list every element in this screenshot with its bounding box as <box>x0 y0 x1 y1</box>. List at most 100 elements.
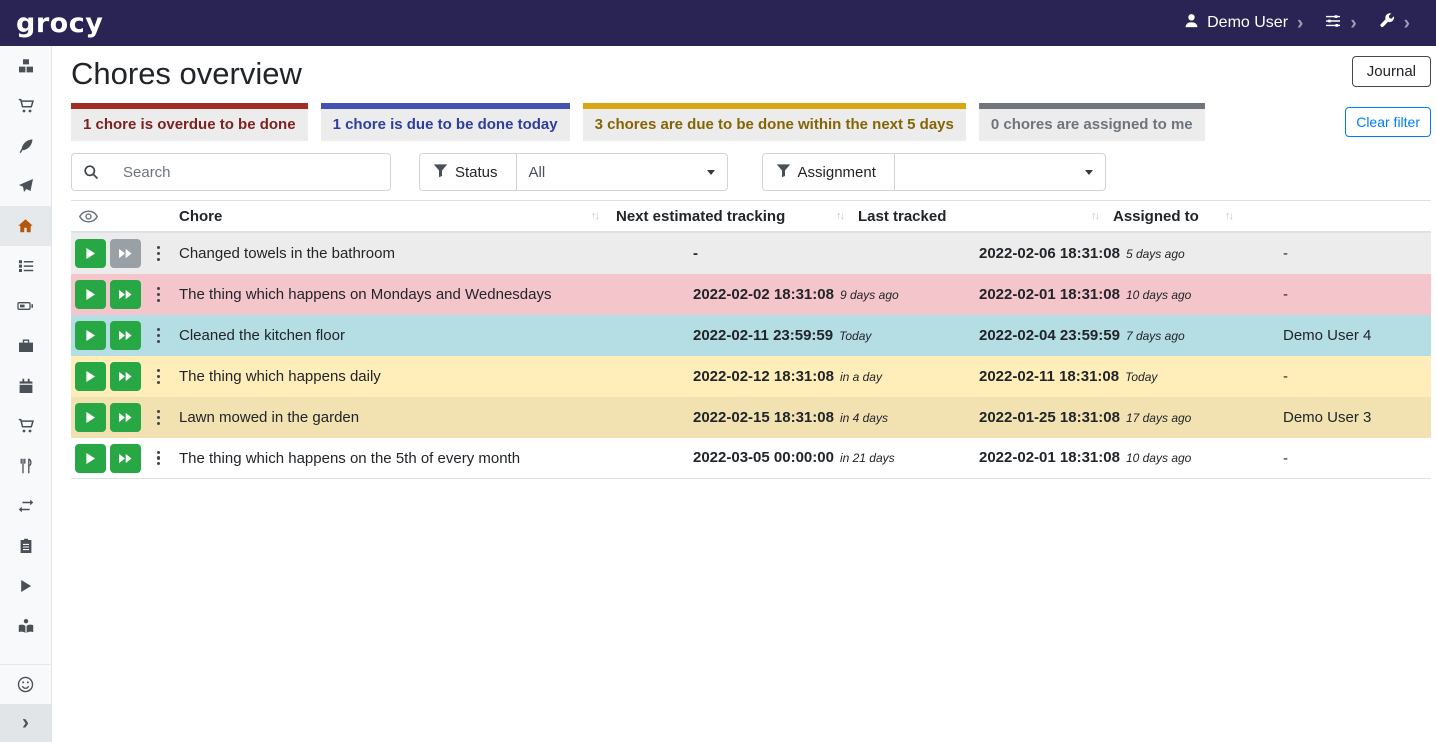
feather-icon <box>18 138 34 154</box>
track-chore-button[interactable] <box>75 280 106 309</box>
book-reader-icon <box>18 618 34 634</box>
track-chore-button[interactable] <box>75 321 106 350</box>
sort-icon[interactable]: ↑↓ <box>591 210 598 222</box>
next-tracking-relative: 9 days ago <box>840 288 899 302</box>
sidebar-item-battery-tracking[interactable] <box>0 606 51 646</box>
clipboard-list-icon <box>18 538 34 554</box>
user-menu[interactable]: Demo User › <box>1184 13 1303 33</box>
user-menu-label: Demo User <box>1207 14 1288 32</box>
skip-chore-button[interactable] <box>110 321 141 350</box>
filter-assigned-to-me-button[interactable]: 0 chores are assigned to me <box>979 103 1205 141</box>
sidebar-item-calendar[interactable] <box>0 366 51 406</box>
next-tracking-time: 2022-02-12 18:31:08 <box>693 368 834 385</box>
sidebar-item-transfer[interactable] <box>0 486 51 526</box>
chevron-right-icon: › <box>1350 14 1356 33</box>
journal-button[interactable]: Journal <box>1352 56 1431 87</box>
user-icon <box>1184 13 1199 33</box>
last-tracked-time: 2022-02-04 23:59:59 <box>979 327 1120 344</box>
status-filter-row: 1 chore is overdue to be done 1 chore is… <box>71 103 1431 141</box>
sidebar-item-purchase[interactable] <box>0 406 51 446</box>
assigned-to: Demo User 3 <box>1283 409 1431 426</box>
assignment-select[interactable] <box>894 153 1106 191</box>
column-header-last-tracked[interactable]: Last tracked <box>858 201 946 231</box>
column-header-next-tracking[interactable]: Next estimated tracking <box>616 201 785 231</box>
last-tracked-relative: 7 days ago <box>1126 329 1185 343</box>
track-chore-button[interactable] <box>75 403 106 432</box>
utensils-icon <box>18 458 34 474</box>
assigned-to: - <box>1283 450 1431 467</box>
smile-icon <box>17 676 34 693</box>
page-title: Chores overview <box>71 56 302 92</box>
sidebar-item-tasks[interactable] <box>0 246 51 286</box>
chevron-right-icon: › <box>1404 14 1410 33</box>
last-tracked-relative: 17 days ago <box>1126 411 1191 425</box>
chore-name: The thing which happens on the 5th of ev… <box>172 450 693 467</box>
eye-icon[interactable] <box>79 201 98 231</box>
sidebar-spacer <box>0 646 51 664</box>
sidebar-item-recipes[interactable] <box>0 446 51 486</box>
filter-due-today-button[interactable]: 1 chore is due to be done today <box>321 103 570 141</box>
row-menu-button[interactable] <box>150 323 167 348</box>
admin-menu[interactable]: › <box>1379 13 1410 34</box>
assigned-to: - <box>1283 245 1431 262</box>
table-row: Lawn mowed in the garden 2022-02-15 18:3… <box>71 397 1431 438</box>
skip-chore-button[interactable] <box>110 280 141 309</box>
skip-chore-button[interactable] <box>110 403 141 432</box>
sidebar-collapse-toggle[interactable]: › <box>0 704 51 742</box>
table-row: The thing which happens on Mondays and W… <box>71 274 1431 315</box>
row-menu-button[interactable] <box>150 405 167 430</box>
row-menu-button[interactable] <box>150 241 167 266</box>
column-header-chore[interactable]: Chore <box>179 201 222 231</box>
wrench-icon <box>1379 13 1395 34</box>
last-tracked-relative: 10 days ago <box>1126 288 1191 302</box>
column-header-assigned-to[interactable]: Assigned to <box>1113 201 1199 231</box>
row-menu-button[interactable] <box>150 446 167 471</box>
grocy-logo[interactable]: grocy <box>16 8 103 39</box>
filter-due-soon-button[interactable]: 3 chores are due to be done within the n… <box>583 103 966 141</box>
list-check-icon <box>18 258 34 274</box>
battery-icon <box>17 298 34 314</box>
next-tracking-relative: Today <box>839 329 871 343</box>
skip-chore-button[interactable] <box>110 239 141 268</box>
sidebar-item-journal[interactable] <box>0 126 51 166</box>
sidebar-item-shopping-list[interactable] <box>0 86 51 126</box>
row-menu-button[interactable] <box>150 282 167 307</box>
sidebar-item-equipment[interactable] <box>0 326 51 366</box>
assignment-filter-label: Assignment <box>762 153 895 191</box>
row-menu-button[interactable] <box>150 364 167 389</box>
sidebar-item-inventory[interactable] <box>0 526 51 566</box>
calendar-icon <box>18 378 34 394</box>
sort-icon[interactable]: ↑↓ <box>1225 210 1232 222</box>
status-select[interactable]: All <box>516 153 728 191</box>
table-row: The thing which happens daily 2022-02-12… <box>71 356 1431 397</box>
table-header: Chore ↑↓ Next estimated tracking ↑↓ Last… <box>71 200 1431 233</box>
sidebar-item-chore-tracking[interactable] <box>0 566 51 606</box>
sort-icon[interactable]: ↑↓ <box>836 210 843 222</box>
assigned-to: Demo User 4 <box>1283 327 1431 344</box>
last-tracked-time: 2022-02-06 18:31:08 <box>979 245 1120 262</box>
search-input[interactable] <box>110 154 390 190</box>
sidebar-item-chores-overview[interactable] <box>0 206 51 246</box>
skip-chore-button[interactable] <box>110 444 141 473</box>
clear-filter-button[interactable]: Clear filter <box>1345 107 1431 137</box>
sidebar-item-user-settings[interactable] <box>0 664 51 704</box>
search-icon <box>72 154 110 190</box>
filter-funnel-icon <box>433 163 448 182</box>
sort-icon[interactable]: ↑↓ <box>1091 210 1098 222</box>
sidebar: › <box>0 46 52 742</box>
sidebar-item-consume[interactable] <box>0 166 51 206</box>
chore-name: Changed towels in the bathroom <box>172 245 693 262</box>
settings-menu[interactable]: › <box>1325 13 1356 34</box>
last-tracked-relative: 5 days ago <box>1126 247 1185 261</box>
sidebar-item-stock[interactable] <box>0 46 51 86</box>
track-chore-button[interactable] <box>75 362 106 391</box>
sidebar-item-batteries[interactable] <box>0 286 51 326</box>
grocy-app: grocy Demo User › › › <box>0 0 1436 742</box>
last-tracked-relative: Today <box>1125 370 1157 384</box>
filter-overdue-button[interactable]: 1 chore is overdue to be done <box>71 103 308 141</box>
skip-chore-button[interactable] <box>110 362 141 391</box>
track-chore-button[interactable] <box>75 444 106 473</box>
sliders-icon <box>1325 13 1341 34</box>
last-tracked-time: 2022-02-11 18:31:08 <box>979 368 1119 385</box>
track-chore-button[interactable] <box>75 239 106 268</box>
